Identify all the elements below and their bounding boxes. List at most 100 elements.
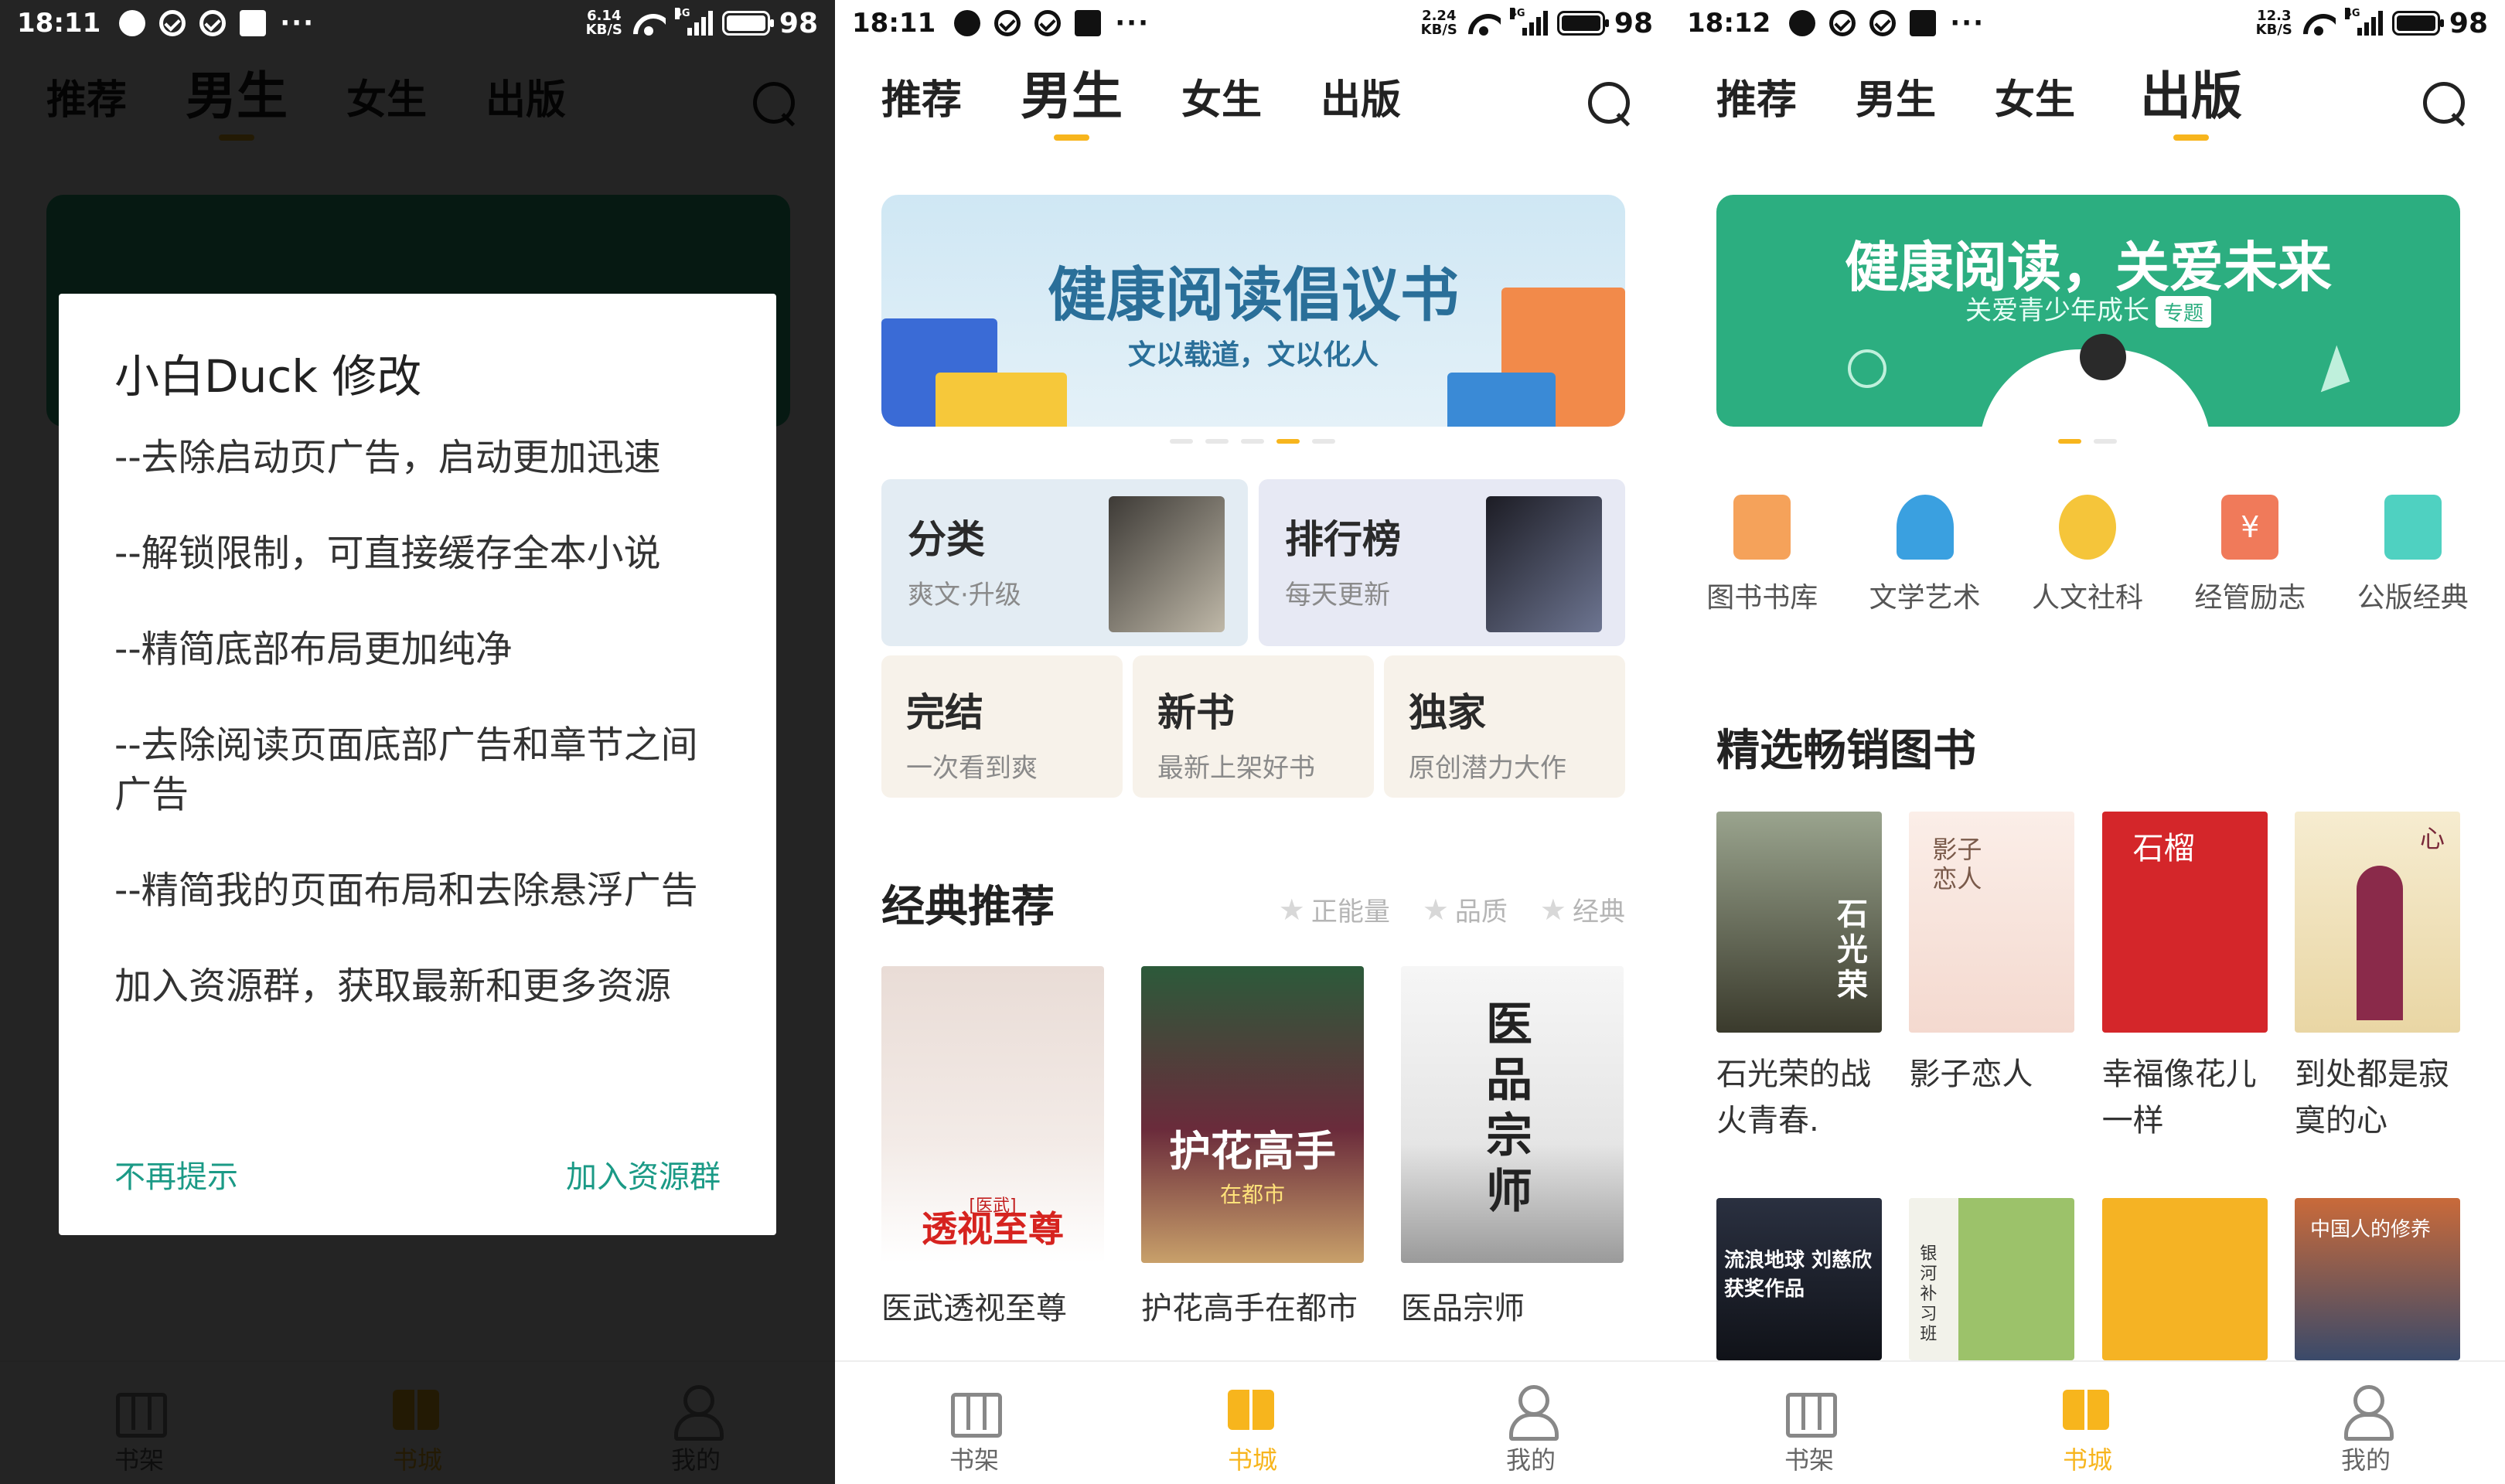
nav-bookstore[interactable]: 书城 [1948,1362,2227,1484]
notification-dot-icon [954,10,981,36]
battery-level: 98 [779,7,818,39]
bookshelf-icon [949,1385,1002,1438]
book-title: 影子恋人 [1909,1057,2033,1092]
star-icon: ★ [1422,892,1449,927]
category-library[interactable]: 图书书库 [1706,495,1818,615]
profile-icon [1506,1385,1559,1441]
book-card[interactable]: [医武] 透视至尊 医武透视至尊 [881,966,1113,1331]
check-circle-icon [1869,10,1897,36]
tab-female[interactable]: 女生 [1181,70,1262,131]
mail-icon [240,10,267,36]
pen-nib-icon [1896,495,1954,560]
network-speed: 12.3 KB/S [2255,8,2292,38]
bottom-nav: 书架 书城 我的 [835,1360,1670,1484]
topic-tag: 专题 [2155,296,2211,328]
search-icon[interactable] [2423,82,2468,127]
book-cover: [医武] 透视至尊 [881,966,1104,1263]
book-card[interactable]: 中国人的修养 [2294,1198,2460,1360]
nav-bookshelf[interactable]: 书架 [835,1362,1113,1484]
book-decoration [936,373,1067,427]
top-tabs: 推荐 男生 女生 出版 [1670,66,2505,162]
filter-positive[interactable]: ★ 正能量 [1279,890,1390,928]
book-card[interactable]: 石光荣 石光荣的战火青春. [1716,812,1882,1144]
nav-bookshelf[interactable]: 书架 [1670,1362,1948,1484]
banner[interactable]: 健康阅读，关爱未来 关爱青少年成长 专题 [1716,195,2460,427]
star-icon: ★ [1539,892,1566,927]
book-card[interactable]: 石榴 幸福像花儿一样 [2101,812,2268,1144]
bottom-nav: 书架 书城 我的 [1670,1360,2505,1484]
dialog-line: --去除启动页广告，启动更加迅速 [114,436,661,479]
status-time: 18:11 [852,8,936,39]
wifi-icon [2302,11,2336,36]
status-bar: 18:11 ··· 2.24 KB/S 4G 98 [835,0,1670,46]
category-humanities[interactable]: 人文社科 [2032,495,2143,615]
book-card[interactable]: 影子恋人 影子恋人 [1909,812,2075,1144]
carousel-indicator [1670,439,2505,444]
tab-male[interactable]: 男生 [1856,70,1936,131]
tab-recommend[interactable]: 推荐 [881,70,962,131]
tab-male[interactable]: 男生 [1021,65,1123,141]
bookstore-icon [2063,1385,2112,1435]
signal-icon: 4G [2344,8,2383,36]
check-circle-icon [199,10,227,36]
join-group-button[interactable]: 加入资源群 [566,1152,721,1196]
category-public-classics[interactable]: 公版经典 [2357,495,2469,615]
nav-me[interactable]: 我的 [1392,1362,1670,1484]
dialog-line: --解锁限制，可直接缓存全本小说 [114,532,661,575]
category-literature[interactable]: 文学艺术 [1869,495,1981,615]
tile-category[interactable]: 分类 爽文·升级 [881,479,1248,646]
mail-icon [1910,10,1937,36]
nav-bookstore[interactable]: 书城 [1113,1362,1392,1484]
book-card[interactable]: 银河补习班 [1909,1198,2075,1360]
book-decoration [1447,373,1556,427]
book-card[interactable]: 医品宗师 医品宗师 [1401,966,1633,1331]
search-icon[interactable] [1588,82,1633,127]
top-tabs: 推荐 男生 女生 出版 [835,66,1670,162]
tab-publish[interactable]: 出版 [1321,70,1401,131]
book-title: 到处都是寂寞的心 [2294,1057,2449,1139]
battery-icon [1556,11,1609,36]
book-cover: 影子恋人 [1909,812,2075,1033]
more-notifications-icon: ··· [1115,8,1150,39]
nav-me[interactable]: 我的 [2227,1362,2505,1484]
notification-dot-icon [119,10,146,36]
tile-ranking[interactable]: 排行榜 每天更新 [1259,479,1625,646]
book-cover: 流浪地球 刘慈欣获奖作品 [1716,1198,1882,1360]
filter-classic[interactable]: ★ 经典 [1540,890,1625,928]
check-circle-icon [1829,10,1856,36]
filter-tags: ★ 正能量 ★ 品质 ★ 经典 [1279,890,1625,928]
book-cover: 中国人的修养 [2294,1198,2460,1360]
section-title: 精选畅销图书 [1716,725,1976,776]
book-title: 医武透视至尊 [881,1291,1067,1326]
dont-show-again-button[interactable]: 不再提示 [114,1152,238,1196]
filter-quality[interactable]: ★ 品质 [1423,890,1508,928]
battery-level: 98 [2449,7,2488,39]
book-icon [1733,495,1791,560]
tile-completed[interactable]: 完结 一次看到爽 [881,655,1123,798]
wifi-icon [632,11,666,36]
banner[interactable]: 健康阅读倡议书 文以载道，文以化人 [881,195,1625,427]
tile-exclusive[interactable]: 独家 原创潜力大作 [1384,655,1625,798]
tab-publish[interactable]: 出版 [2140,65,2242,141]
tile-new-books[interactable]: 新书 最新上架好书 [1133,655,1374,798]
mod-info-dialog: 小白Duck 修改 --去除启动页广告，启动更加迅速 --解锁限制，可直接缓存全… [59,294,776,1235]
book-title: 石光荣的战火青春. [1716,1057,1871,1139]
network-speed: 6.14 KB/S [585,8,622,38]
status-time: 18:11 [17,8,101,39]
tab-recommend[interactable]: 推荐 [1716,70,1797,131]
tab-female[interactable]: 女生 [1995,70,2075,131]
book-cover: 护花高手 在都市 [1141,966,1364,1263]
signal-icon: 4G [674,8,713,36]
notification-dot-icon [1789,10,1816,36]
book-card[interactable] [2101,1198,2268,1360]
open-book-icon [2384,495,2442,560]
category-business[interactable]: ¥ 经管励志 [2194,495,2306,615]
book-title: 幸福像花儿一样 [2101,1057,2257,1139]
book-card[interactable]: 流浪地球 刘慈欣获奖作品 [1716,1198,1882,1360]
battery-icon [2391,11,2444,36]
book-cover: 石光荣 [1716,812,1882,1033]
screen-1: 18:11 ··· 6.14KB/S 4G 98 推荐 男生 女生 出版 书架 … [0,0,835,1484]
book-card[interactable]: 心 到处都是寂寞的心 [2294,812,2460,1144]
book-card[interactable]: 护花高手 在都市 护花高手在都市 [1141,966,1373,1331]
banner-title: 健康阅读倡议书 [1048,260,1459,329]
